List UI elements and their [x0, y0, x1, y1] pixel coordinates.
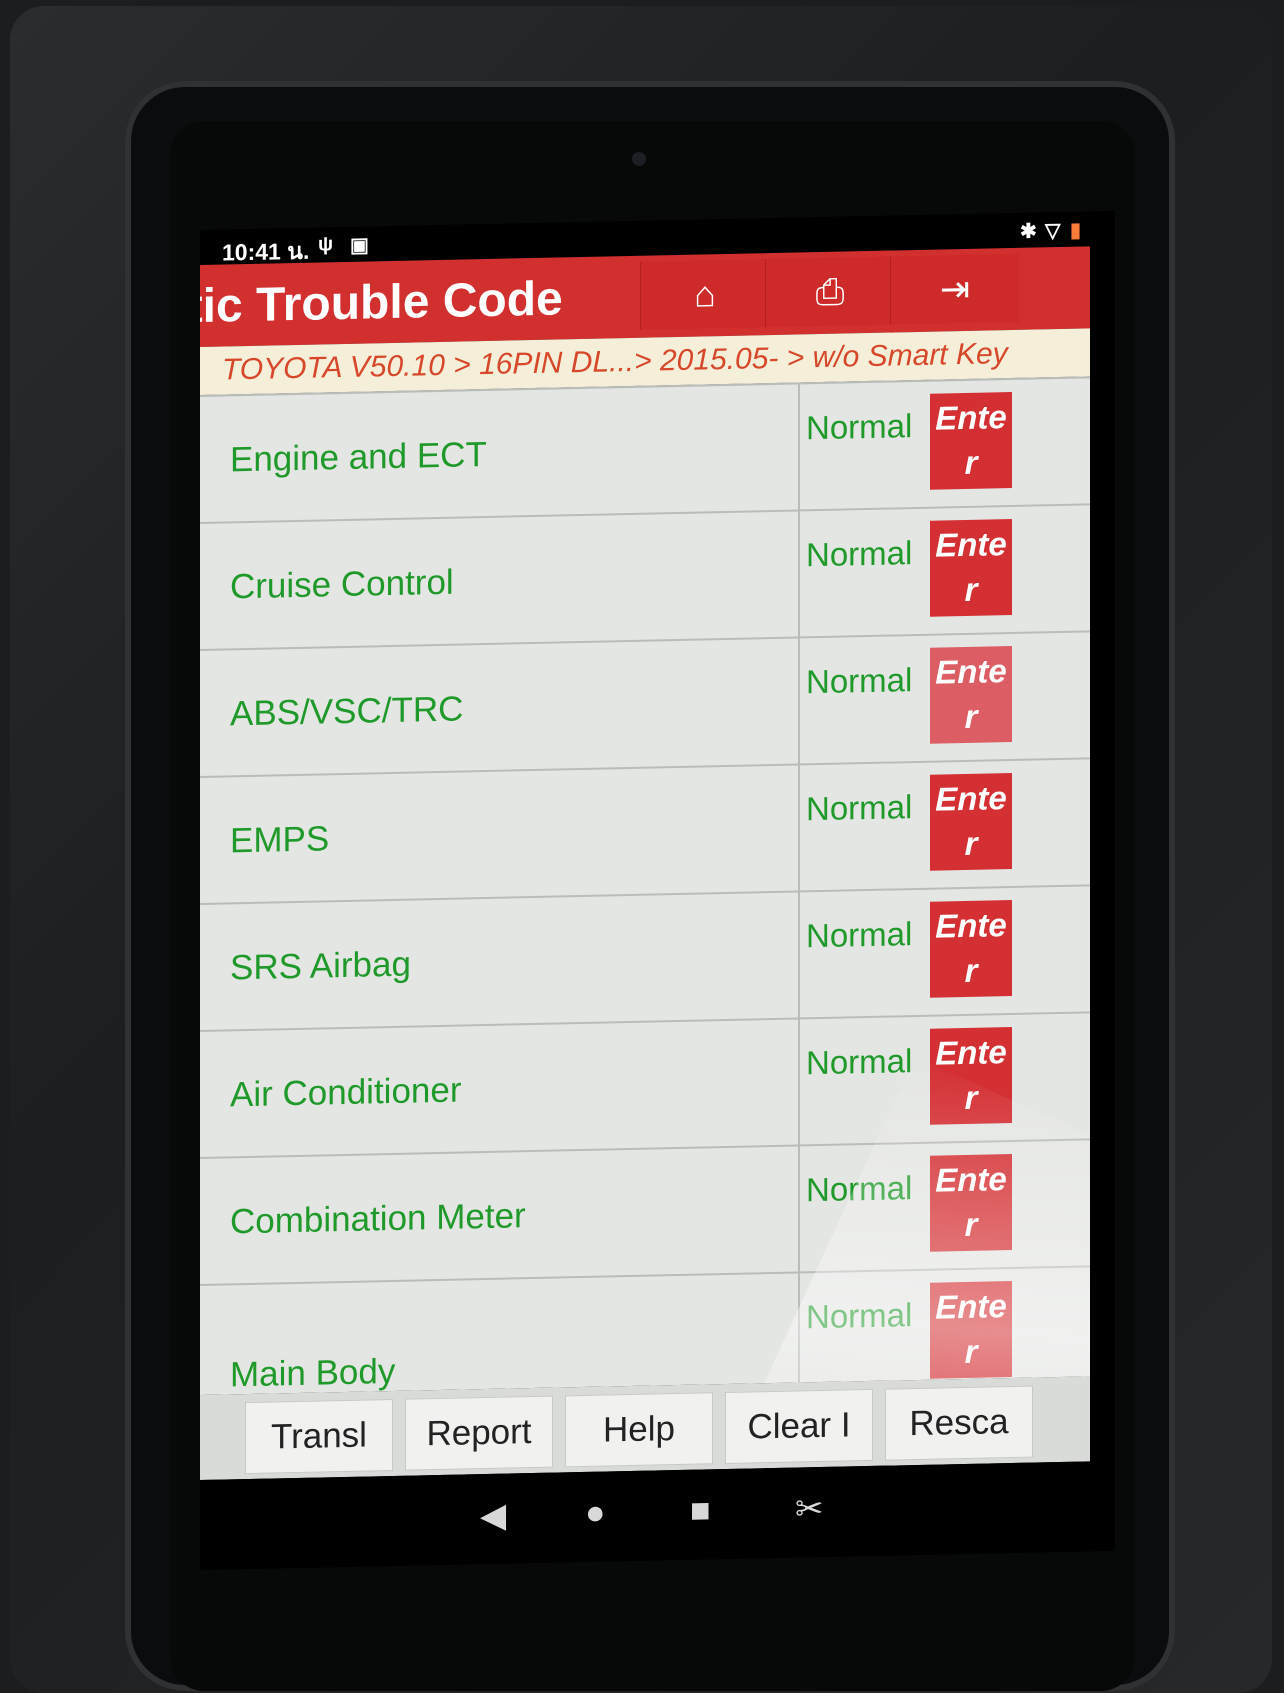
system-name: Engine and ECT: [230, 434, 487, 480]
rescan-button[interactable]: Resca: [885, 1385, 1033, 1461]
translate-button[interactable]: Transl: [245, 1398, 393, 1475]
system-row: EMPS Normal Enter: [200, 757, 1090, 903]
print-button[interactable]: ⎙: [765, 256, 894, 328]
enter-button[interactable]: Enter: [930, 899, 1012, 998]
bluetooth-icon: ✱: [1020, 220, 1037, 243]
page-title: stic Trouble Code: [200, 272, 563, 334]
enter-button[interactable]: Enter: [930, 645, 1012, 744]
system-status: Normal: [798, 1271, 913, 1395]
wifi-icon: ▽: [1045, 219, 1061, 243]
front-camera: [632, 152, 646, 166]
system-row: Air Conditioner Normal Enter: [200, 1011, 1090, 1157]
system-row: ABS/VSC/TRC Normal Enter: [200, 630, 1090, 776]
enter-button[interactable]: Enter: [930, 1026, 1012, 1125]
system-row: SRS Airbag Normal Enter: [200, 884, 1090, 1030]
enter-button[interactable]: Enter: [930, 1280, 1012, 1379]
system-name: ABS/VSC/TRC: [230, 689, 464, 734]
system-status: Normal: [798, 890, 913, 1020]
system-name: Combination Meter: [230, 1196, 526, 1242]
battery-icon: ▮: [1070, 219, 1082, 242]
home-button[interactable]: ⌂: [640, 259, 769, 330]
system-status: Normal: [798, 509, 913, 639]
image-icon: ▣: [350, 234, 369, 257]
system-row: Engine and ECT Normal Enter: [200, 376, 1090, 522]
system-row: Main Body Normal Enter: [200, 1265, 1090, 1395]
system-status: Normal: [798, 636, 913, 766]
home-icon: ⌂: [694, 273, 716, 315]
home-nav-icon[interactable]: ●: [585, 1494, 606, 1533]
printer-icon: ⎙: [815, 270, 845, 313]
system-row: Cruise Control Normal Enter: [200, 503, 1090, 649]
system-status: Normal: [798, 1144, 913, 1274]
report-button[interactable]: Report: [405, 1395, 553, 1471]
back-icon[interactable]: ◀: [480, 1496, 506, 1537]
system-status: Normal: [798, 1017, 913, 1147]
recents-icon[interactable]: ■: [690, 1491, 711, 1530]
exit-button[interactable]: ⇥: [890, 253, 1019, 325]
system-name: SRS Airbag: [230, 944, 411, 988]
system-status: Normal: [798, 382, 913, 512]
help-button[interactable]: Help: [565, 1392, 713, 1468]
usb-debug-icon: ψ: [318, 233, 334, 256]
enter-button[interactable]: Enter: [930, 1153, 1012, 1252]
enter-button[interactable]: Enter: [930, 772, 1012, 871]
tablet-screen: 10:41 น. ψ ▣ ✱ ▽ ▮ stic Trouble Code ⌂ ⎙…: [200, 210, 1115, 1570]
system-row: Combination Meter Normal Enter: [200, 1138, 1090, 1284]
system-name: Cruise Control: [230, 562, 454, 607]
android-nav-bar: ◀ ● ■ ✂: [200, 1461, 1090, 1570]
screenshot-icon[interactable]: ✂: [795, 1489, 824, 1530]
exit-icon: ⇥: [939, 267, 971, 310]
clear-dtc-button[interactable]: Clear I: [725, 1388, 873, 1465]
enter-button[interactable]: Enter: [930, 518, 1012, 617]
enter-button[interactable]: Enter: [930, 391, 1012, 490]
system-name: Air Conditioner: [230, 1070, 462, 1115]
system-status: Normal: [798, 763, 913, 893]
system-list: Engine and ECT Normal Enter Cruise Contr…: [200, 376, 1090, 1395]
system-name: Main Body: [230, 1351, 396, 1395]
system-name: EMPS: [230, 819, 330, 861]
